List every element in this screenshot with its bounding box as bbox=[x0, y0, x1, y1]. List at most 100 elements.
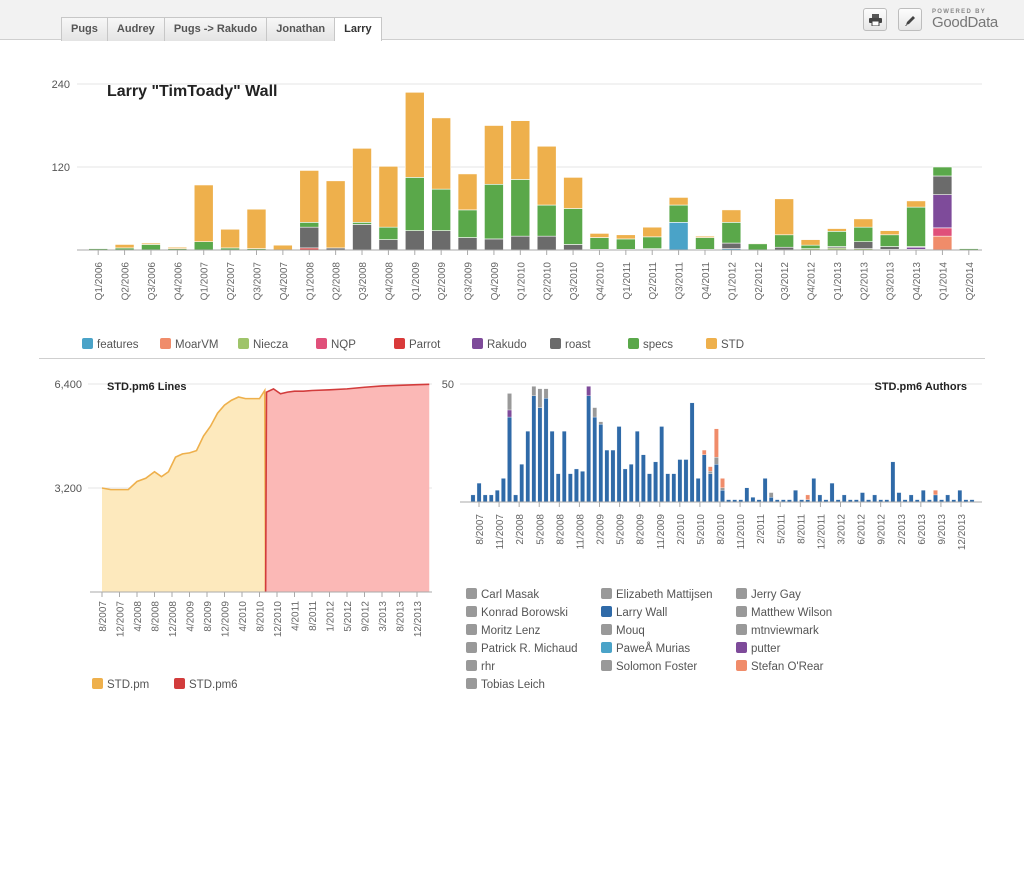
bar-segment bbox=[896, 492, 902, 503]
x-tick-label: Q2/2010 bbox=[543, 262, 554, 301]
legend-item-author[interactable]: Larry Wall bbox=[601, 606, 667, 620]
bar-segment bbox=[933, 494, 938, 503]
bar-segment bbox=[853, 241, 874, 249]
legend-label: Mouq bbox=[616, 625, 645, 637]
legend-item-nqp[interactable]: NQP bbox=[316, 338, 356, 352]
legend-item-author[interactable]: rhr bbox=[466, 660, 495, 674]
x-tick-label: 4/2011 bbox=[291, 601, 302, 631]
bar-segment bbox=[431, 117, 451, 190]
legend-item-author[interactable]: Jerry Gay bbox=[736, 588, 801, 602]
bar-segment bbox=[510, 235, 531, 251]
chart-title: Larry "TimToady" Wall bbox=[107, 83, 277, 100]
x-tick-label: Q1/2013 bbox=[833, 262, 844, 301]
print-button[interactable] bbox=[863, 8, 887, 31]
chart-legend: STD.pm STD.pm6 bbox=[92, 678, 392, 694]
legend-item-author[interactable]: Solomon Foster bbox=[601, 660, 697, 674]
bar-segment bbox=[537, 407, 543, 503]
tab-audrey[interactable]: Audrey bbox=[107, 17, 165, 41]
bar-segment bbox=[879, 246, 900, 250]
x-tick-label: Q2/2012 bbox=[754, 262, 765, 301]
x-tick-label: 4/2008 bbox=[133, 601, 144, 632]
legend-item-roast[interactable]: roast bbox=[550, 338, 591, 352]
y-tick-label: 6,400 bbox=[54, 379, 82, 391]
legend-swatch bbox=[466, 588, 477, 599]
chart-areas bbox=[101, 383, 430, 593]
legend-item-author[interactable]: Matthew Wilson bbox=[736, 606, 832, 620]
bar-segment bbox=[325, 180, 346, 249]
legend-item-std[interactable]: STD bbox=[706, 338, 744, 352]
brand-name: GoodData bbox=[932, 14, 998, 31]
bar-segment bbox=[701, 449, 707, 455]
bar-segment bbox=[299, 222, 320, 228]
bar-segment bbox=[536, 145, 557, 206]
tab-pugs-rakudo[interactable]: Pugs -> Rakudo bbox=[164, 17, 268, 41]
bar-segment bbox=[510, 120, 531, 180]
x-tick-label: 8/2007 bbox=[98, 601, 109, 632]
x-tick-label: Q4/2008 bbox=[384, 262, 395, 301]
legend-item-author[interactable]: Mouq bbox=[601, 624, 645, 638]
legend-item-author[interactable]: mtnviewmark bbox=[736, 624, 819, 638]
bar-segment bbox=[647, 473, 652, 503]
x-tick-label: Q4/2006 bbox=[173, 262, 184, 301]
x-tick-label: 8/2011 bbox=[796, 514, 807, 544]
bar-segment bbox=[879, 230, 900, 236]
legend-swatch bbox=[601, 588, 612, 599]
bar-segment bbox=[641, 454, 646, 503]
tab-jonathan[interactable]: Jonathan bbox=[267, 17, 336, 41]
bar-segment bbox=[642, 236, 663, 249]
legend-item-rakudo[interactable]: Rakudo bbox=[472, 338, 527, 352]
tab-pugs[interactable]: Pugs bbox=[61, 17, 108, 41]
bar-segment bbox=[800, 244, 821, 249]
bar-segment bbox=[586, 395, 591, 503]
bar-segment bbox=[114, 244, 135, 249]
legend-item-author[interactable]: Carl Masak bbox=[466, 588, 539, 602]
bar-segment bbox=[484, 183, 504, 240]
bar-segment bbox=[642, 226, 663, 238]
bar-segment bbox=[598, 421, 604, 425]
x-tick-label: 5/2008 bbox=[535, 514, 546, 545]
bar-segment bbox=[299, 226, 320, 249]
bar-segment bbox=[721, 209, 742, 223]
legend-label: NQP bbox=[331, 339, 356, 351]
legend-item-author[interactable]: Konrad Borowski bbox=[466, 606, 568, 620]
bar-segment bbox=[853, 218, 874, 228]
legend-item-author[interactable]: putter bbox=[736, 642, 780, 656]
bar-segment bbox=[501, 478, 506, 503]
legend-item-author[interactable]: Patrick R. Michaud bbox=[466, 642, 578, 656]
legend-item-author[interactable]: Stefan O'Rear bbox=[736, 660, 824, 674]
legend-swatch bbox=[82, 338, 93, 349]
legend-item-author[interactable]: Elizabeth Mattijsen bbox=[601, 588, 713, 602]
bar-segment bbox=[774, 234, 794, 248]
bar-segment bbox=[668, 197, 689, 206]
legend-label: Parrot bbox=[409, 339, 441, 351]
printer-icon bbox=[869, 14, 882, 26]
edit-button[interactable] bbox=[898, 8, 922, 31]
legend-label: rhr bbox=[481, 661, 496, 673]
x-tick-label: 6/2012 bbox=[857, 514, 868, 545]
legend-item-author[interactable]: PaweÅ Murias bbox=[601, 642, 690, 656]
legend-swatch bbox=[160, 338, 171, 349]
bar-segment bbox=[193, 241, 214, 251]
legend-item-parrot[interactable]: Parrot bbox=[394, 338, 440, 352]
legend-item-niecza[interactable]: Niecza bbox=[238, 338, 288, 352]
legend-item-moarvm[interactable]: MoarVM bbox=[160, 338, 218, 352]
x-tick-label: 11/2007 bbox=[495, 514, 506, 550]
legend-item-author[interactable]: Moritz Lenz bbox=[466, 624, 540, 638]
legend-item-specs[interactable]: specs bbox=[628, 338, 673, 352]
legend-item-features[interactable]: features bbox=[82, 338, 139, 352]
legend-item-std-pm[interactable]: STD.pm bbox=[92, 678, 149, 692]
bar-segment bbox=[689, 402, 695, 503]
legend-label: features bbox=[97, 339, 139, 351]
bar-segment bbox=[404, 91, 425, 178]
x-tick-label: Q3/2006 bbox=[147, 262, 158, 301]
std-authors-chart: 50 8/2007 11/2007 2/2008 5/2008 8/2008 11/2008… bbox=[442, 379, 982, 550]
bar-segment bbox=[589, 237, 610, 250]
tab-larry[interactable]: Larry bbox=[335, 17, 382, 41]
bar-segment bbox=[404, 177, 425, 231]
x-tick-label: 5/2011 bbox=[776, 514, 787, 544]
bar-segment bbox=[701, 454, 707, 503]
legend-item-author[interactable]: Tobias Leich bbox=[466, 678, 545, 692]
legend-item-std-pm6[interactable]: STD.pm6 bbox=[174, 678, 238, 692]
x-tick-label: 8/2013 bbox=[396, 601, 407, 632]
legend-swatch bbox=[706, 338, 717, 349]
